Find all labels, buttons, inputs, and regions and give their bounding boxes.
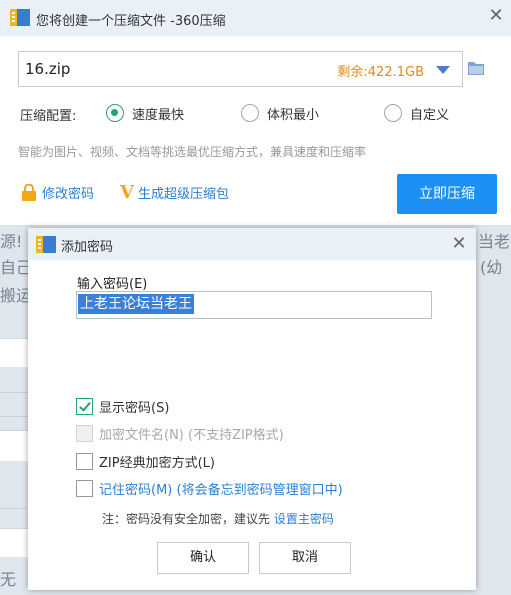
checkbox-checked-icon bbox=[76, 398, 93, 415]
bg-text-fragment: 源! bbox=[0, 232, 23, 251]
cancel-button[interactable]: 取消 bbox=[259, 542, 351, 574]
password-label: 输入密码(E) bbox=[77, 277, 148, 292]
output-path-box: 剩余:422.1GB bbox=[18, 51, 463, 87]
window-title: 您将创建一个压缩文件 -360压缩 bbox=[36, 14, 226, 29]
close-icon[interactable]: ✕ bbox=[486, 4, 506, 28]
radio-label: 体积最小 bbox=[267, 107, 320, 123]
title-bar: 您将创建一个压缩文件 -360压缩 ✕ bbox=[0, 0, 511, 36]
security-note: 注：密码没有安全加密，建议先 设置主密码 bbox=[102, 512, 334, 526]
checkbox-disabled-icon bbox=[76, 425, 93, 442]
bg-divider bbox=[0, 416, 28, 417]
radio-custom[interactable]: 自定义 bbox=[384, 102, 449, 124]
config-hint: 智能为图片、视频、文档等挑选最优压缩方式，兼具速度和压缩率 bbox=[18, 145, 367, 159]
checkbox-empty-icon bbox=[76, 480, 93, 497]
compress-window: 您将创建一个压缩文件 -360压缩 ✕ 剩余:422.1GB 压缩配置: 速度最… bbox=[0, 0, 511, 226]
encrypt-filename-checkbox: 加密文件名(N) (不支持ZIP格式) bbox=[76, 424, 284, 443]
add-password-dialog: 添加密码 ✕ 输入密码(E) 上老王论坛当老王 显示密码(S) 加密文件名(N)… bbox=[28, 228, 476, 590]
super-package-link[interactable]: V 生成超级压缩包 bbox=[120, 183, 229, 202]
archive-app-icon bbox=[10, 9, 30, 26]
radio-empty-icon bbox=[241, 104, 259, 122]
radio-empty-icon bbox=[384, 104, 402, 122]
confirm-button[interactable]: 确认 bbox=[157, 542, 249, 574]
bg-cell bbox=[0, 338, 28, 367]
dialog-title: 添加密码 bbox=[61, 240, 114, 255]
config-label: 压缩配置: bbox=[20, 109, 77, 124]
bg-cell bbox=[0, 430, 28, 461]
bg-divider bbox=[0, 508, 28, 509]
radio-selected-icon bbox=[106, 104, 124, 122]
change-password-link[interactable]: 修改密码 bbox=[22, 183, 94, 202]
radio-fastest[interactable]: 速度最快 bbox=[106, 102, 184, 124]
remember-password-checkbox[interactable]: 记住密码(M) (将会备忘到密码管理窗口中) bbox=[76, 479, 343, 498]
folder-icon[interactable] bbox=[466, 58, 486, 78]
radio-label: 速度最快 bbox=[132, 107, 185, 123]
archive-app-icon bbox=[36, 236, 56, 253]
radio-smallest[interactable]: 体积最小 bbox=[241, 102, 319, 124]
checkbox-empty-icon bbox=[76, 453, 93, 470]
bg-text-fragment: 当老 bbox=[478, 232, 511, 251]
bg-divider bbox=[0, 392, 28, 393]
compress-now-button[interactable]: 立即压缩 bbox=[397, 174, 497, 214]
vip-v-icon: V bbox=[120, 181, 134, 203]
show-password-checkbox[interactable]: 显示密码(S) bbox=[76, 397, 169, 416]
lock-icon bbox=[22, 184, 36, 201]
bg-text-fragment: 无 bbox=[0, 570, 17, 589]
set-master-password-link[interactable]: 设置主密码 bbox=[274, 512, 334, 526]
zip-classic-checkbox[interactable]: ZIP经典加密方式(L) bbox=[76, 452, 215, 471]
free-space-label: 剩余:422.1GB bbox=[337, 65, 424, 80]
password-selection: 上老王论坛当老王 bbox=[78, 294, 194, 314]
bg-cell bbox=[0, 528, 28, 557]
radio-label: 自定义 bbox=[410, 107, 450, 123]
output-path-input[interactable] bbox=[25, 59, 295, 79]
close-icon[interactable]: ✕ bbox=[448, 232, 470, 256]
chevron-down-icon[interactable] bbox=[436, 66, 450, 74]
dialog-title-bar: 添加密码 ✕ bbox=[28, 228, 476, 260]
bg-text-fragment: (幼 bbox=[480, 258, 503, 277]
